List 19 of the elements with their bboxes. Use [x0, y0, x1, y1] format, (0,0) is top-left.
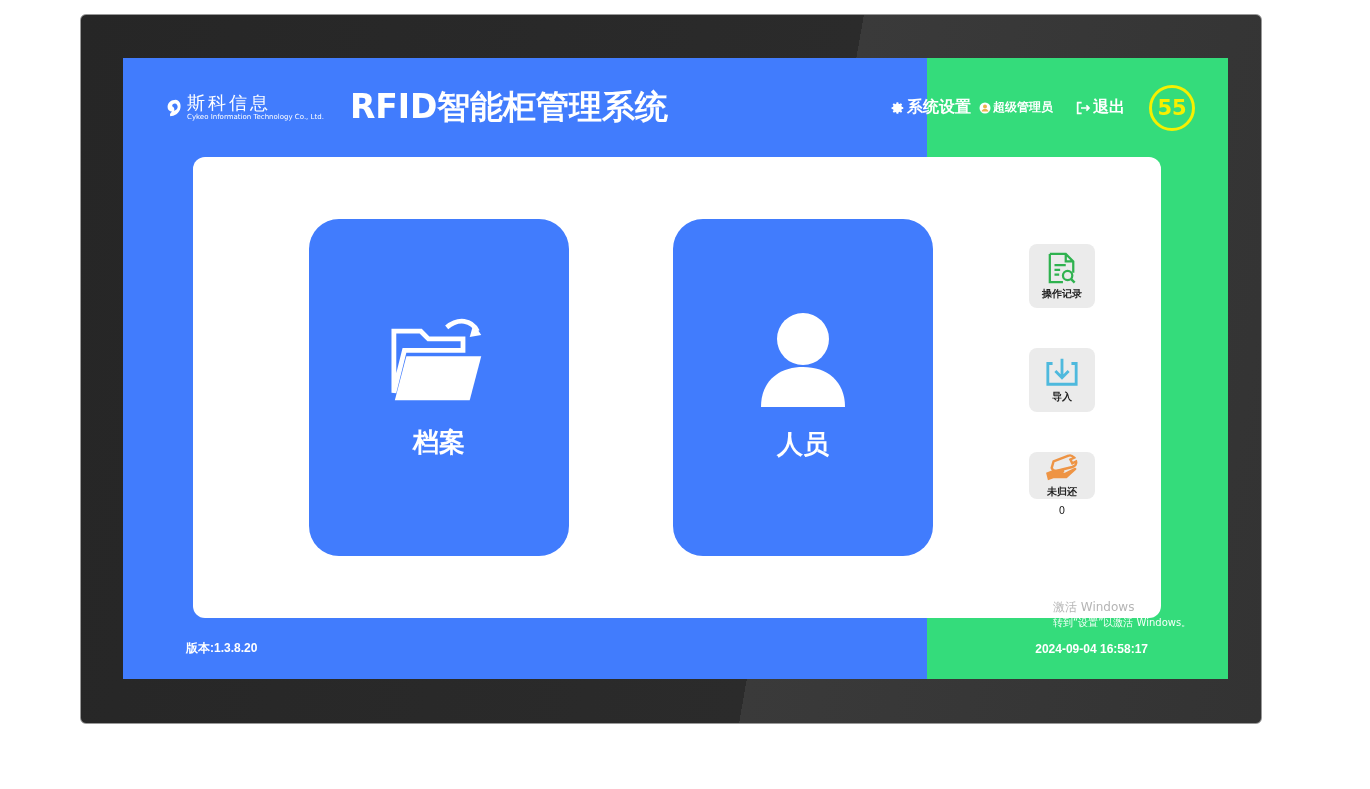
user-icon: [979, 101, 991, 114]
download-tray-icon: [1045, 356, 1079, 387]
operation-log-button[interactable]: 操作记录: [1029, 244, 1095, 308]
app-title: RFID智能柜管理系统: [349, 86, 669, 128]
document-search-icon: [1047, 251, 1077, 284]
import-button[interactable]: 导入: [1029, 348, 1095, 412]
archives-tile[interactable]: 档案: [309, 219, 569, 556]
unreturned-count: 0: [1058, 505, 1066, 516]
countdown-timer: 55: [1149, 84, 1195, 131]
activation-notice: 激活 Windows 转到“设置”以激活 Windows。: [1053, 599, 1192, 630]
person-icon: [761, 313, 845, 407]
unreturned-button[interactable]: 未归还: [1029, 452, 1095, 499]
datetime-label: 2024-09-04 16:58:17: [1035, 641, 1148, 656]
settings-icon: [891, 100, 905, 115]
personnel-tile[interactable]: 人员: [673, 219, 933, 556]
company-name: 斯科信息: [187, 93, 271, 113]
logout-icon: [1075, 99, 1091, 116]
version-label: 版本:1.3.8.20: [186, 640, 258, 657]
hand-wrench-icon: [1044, 452, 1080, 482]
